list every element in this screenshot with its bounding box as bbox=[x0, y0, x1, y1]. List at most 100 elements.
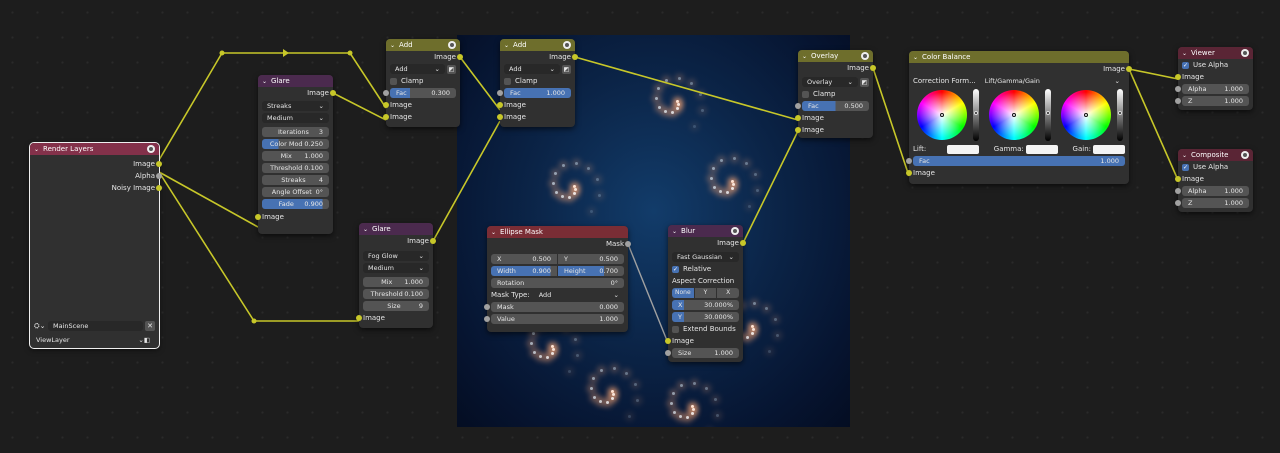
viewer-node[interactable]: ⌄ Viewer Use Alpha Image Alpha1.000 Z1.00… bbox=[1175, 47, 1253, 110]
input-fac-socket[interactable] bbox=[497, 90, 503, 96]
fac-field[interactable]: Fac 1.000 bbox=[504, 88, 571, 98]
input-image-socket-2[interactable] bbox=[497, 114, 503, 120]
input-z-socket[interactable] bbox=[1175, 98, 1181, 104]
lift-color-wheel[interactable] bbox=[917, 90, 967, 140]
use-alpha-checkbox[interactable] bbox=[1182, 163, 1189, 171]
gain-value-slider[interactable] bbox=[1117, 89, 1123, 141]
collapse-chevron-icon[interactable]: ⌄ bbox=[363, 226, 368, 233]
collapse-chevron-icon[interactable]: ⌄ bbox=[802, 53, 807, 60]
blend-mode-dropdown[interactable]: Add ⌄ bbox=[504, 64, 560, 74]
quality-dropdown[interactable]: Medium ⌄ bbox=[363, 263, 429, 273]
input-image-socket[interactable] bbox=[1175, 176, 1181, 182]
output-mask-socket[interactable] bbox=[625, 241, 631, 247]
correction-formula-dropdown[interactable]: Lift/Gamma/Gain ⌄ bbox=[979, 76, 1125, 86]
blur-node[interactable]: ⌄ Blur Image Fast Gaussian⌄ Relative Aspe… bbox=[665, 225, 746, 362]
size-field[interactable]: Size 1.000 bbox=[672, 348, 739, 358]
fac-field[interactable]: Fac 1.000 bbox=[913, 156, 1125, 166]
preview-icon[interactable] bbox=[563, 41, 571, 49]
gain-color-wheel[interactable] bbox=[1061, 90, 1111, 140]
preview-icon[interactable] bbox=[1241, 151, 1249, 159]
extend-bounds-checkbox[interactable] bbox=[672, 325, 679, 333]
clamp-checkbox[interactable] bbox=[504, 77, 511, 85]
z-field[interactable]: Z 1.000 bbox=[1182, 198, 1249, 208]
height-field[interactable]: Height 0.700 bbox=[558, 266, 624, 276]
input-image-socket[interactable] bbox=[665, 338, 671, 344]
relative-checkbox[interactable] bbox=[672, 265, 679, 273]
aspect-x-button[interactable]: X bbox=[717, 288, 740, 298]
preview-icon[interactable] bbox=[1241, 49, 1249, 57]
gain-color-swatch[interactable] bbox=[1093, 144, 1125, 154]
output-image-socket[interactable] bbox=[1126, 66, 1132, 72]
glare-type-dropdown[interactable]: Fog Glow ⌄ bbox=[363, 251, 429, 261]
output-image-socket[interactable] bbox=[430, 238, 436, 244]
color-mod-field[interactable]: Color Mod 0.250 bbox=[262, 139, 329, 149]
view-layer-dropdown[interactable]: ViewLayer ⌄◧ bbox=[34, 335, 155, 345]
size-y-field[interactable]: Y 30.000% bbox=[672, 312, 739, 322]
clamp-checkbox[interactable] bbox=[390, 77, 397, 85]
filter-type-dropdown[interactable]: Fast Gaussian ⌄ bbox=[672, 252, 739, 262]
collapse-chevron-icon[interactable]: ⌄ bbox=[390, 42, 395, 49]
input-size-socket[interactable] bbox=[665, 350, 671, 356]
width-field[interactable]: Width 0.900 bbox=[491, 266, 557, 276]
render-icon[interactable] bbox=[147, 145, 155, 153]
threshold-field[interactable]: Threshold 0.100 bbox=[363, 289, 429, 299]
output-image-socket[interactable] bbox=[457, 54, 463, 60]
alpha-field[interactable]: Alpha 1.000 bbox=[1182, 186, 1249, 196]
alpha-field[interactable]: Alpha 1.000 bbox=[1182, 84, 1249, 94]
input-fac-socket[interactable] bbox=[383, 90, 389, 96]
gamma-color-wheel[interactable] bbox=[989, 90, 1039, 140]
output-alpha-socket[interactable] bbox=[156, 173, 162, 179]
scene-icon[interactable]: ⛭⌄ bbox=[34, 322, 48, 331]
input-mask-socket[interactable] bbox=[484, 304, 490, 310]
preview-icon[interactable] bbox=[448, 41, 456, 49]
ellipse-mask-node[interactable]: ⌄ Ellipse Mask Mask X 0.500 Y 0.500 Width 0.… bbox=[484, 226, 631, 332]
input-fac-socket[interactable] bbox=[906, 158, 912, 164]
output-image-socket[interactable] bbox=[740, 240, 746, 246]
mix-add-node-2[interactable]: ⌄ Add Image Add ⌄ ◩ Clamp Fac 1.000 Image Im… bbox=[497, 39, 578, 127]
angle-offset-field[interactable]: Angle Offset 0° bbox=[262, 187, 329, 197]
collapse-chevron-icon[interactable]: ⌄ bbox=[262, 78, 267, 85]
preview-icon[interactable] bbox=[731, 227, 739, 235]
collapse-chevron-icon[interactable]: ⌄ bbox=[1182, 50, 1187, 57]
streaks-field[interactable]: Streaks 4 bbox=[262, 175, 329, 185]
size-field[interactable]: Size 9 bbox=[363, 301, 429, 311]
x-field[interactable]: X 0.500 bbox=[491, 254, 557, 264]
output-image-socket[interactable] bbox=[572, 54, 578, 60]
blend-mode-dropdown[interactable]: Add ⌄ bbox=[390, 64, 445, 74]
alpha-toggle-icon[interactable]: ◩ bbox=[860, 77, 869, 87]
composite-node[interactable]: ⌄ Composite Use Alpha Image Alpha1.000 Z1… bbox=[1175, 149, 1253, 212]
input-image-socket[interactable] bbox=[1175, 74, 1181, 80]
lift-color-swatch[interactable] bbox=[947, 144, 979, 154]
input-value-socket[interactable] bbox=[484, 316, 490, 322]
fac-field[interactable]: Fac 0.300 bbox=[390, 88, 456, 98]
gamma-color-swatch[interactable] bbox=[1025, 144, 1058, 154]
input-image-socket-2[interactable] bbox=[795, 127, 801, 133]
quality-dropdown[interactable]: Medium ⌄ bbox=[262, 113, 329, 123]
mask-field[interactable]: Mask 0.000 bbox=[491, 302, 624, 312]
input-image-socket-1[interactable] bbox=[383, 102, 389, 108]
mix-overlay-node[interactable]: ⌄ Overlay Image Overlay ⌄ ◩ Clamp Fac 0.500 … bbox=[795, 50, 876, 138]
value-field[interactable]: Value 1.000 bbox=[491, 314, 624, 324]
output-image-socket[interactable] bbox=[156, 161, 162, 167]
input-image-socket[interactable] bbox=[356, 315, 362, 321]
blend-mode-dropdown[interactable]: Overlay ⌄ bbox=[802, 77, 858, 87]
collapse-chevron-icon[interactable]: ⌄ bbox=[913, 54, 918, 61]
mix-field[interactable]: Mix 1.000 bbox=[363, 277, 429, 287]
glare-fog-glow-node[interactable]: ⌄ Glare Image Fog Glow ⌄ Medium ⌄ Mix 1.000 … bbox=[356, 223, 436, 328]
input-alpha-socket[interactable] bbox=[1175, 86, 1181, 92]
collapse-chevron-icon[interactable]: ⌄ bbox=[672, 228, 677, 235]
collapse-chevron-icon[interactable]: ⌄ bbox=[34, 146, 39, 153]
lift-value-slider[interactable] bbox=[973, 89, 979, 141]
gamma-value-slider[interactable] bbox=[1045, 89, 1051, 141]
output-image-socket[interactable] bbox=[870, 65, 876, 71]
use-alpha-checkbox[interactable] bbox=[1182, 61, 1189, 69]
input-image-socket[interactable] bbox=[255, 214, 261, 220]
fac-field[interactable]: Fac 0.500 bbox=[802, 101, 869, 111]
aspect-none-button[interactable]: None bbox=[672, 288, 694, 298]
output-noisy-image-socket[interactable] bbox=[156, 185, 162, 191]
color-balance-node[interactable]: ⌄ Color Balance Image Correction Form... L… bbox=[906, 51, 1132, 184]
aspect-y-button[interactable]: Y bbox=[694, 288, 717, 298]
alpha-toggle-icon[interactable]: ◩ bbox=[562, 64, 571, 74]
input-z-socket[interactable] bbox=[1175, 200, 1181, 206]
collapse-chevron-icon[interactable]: ⌄ bbox=[1182, 152, 1187, 159]
